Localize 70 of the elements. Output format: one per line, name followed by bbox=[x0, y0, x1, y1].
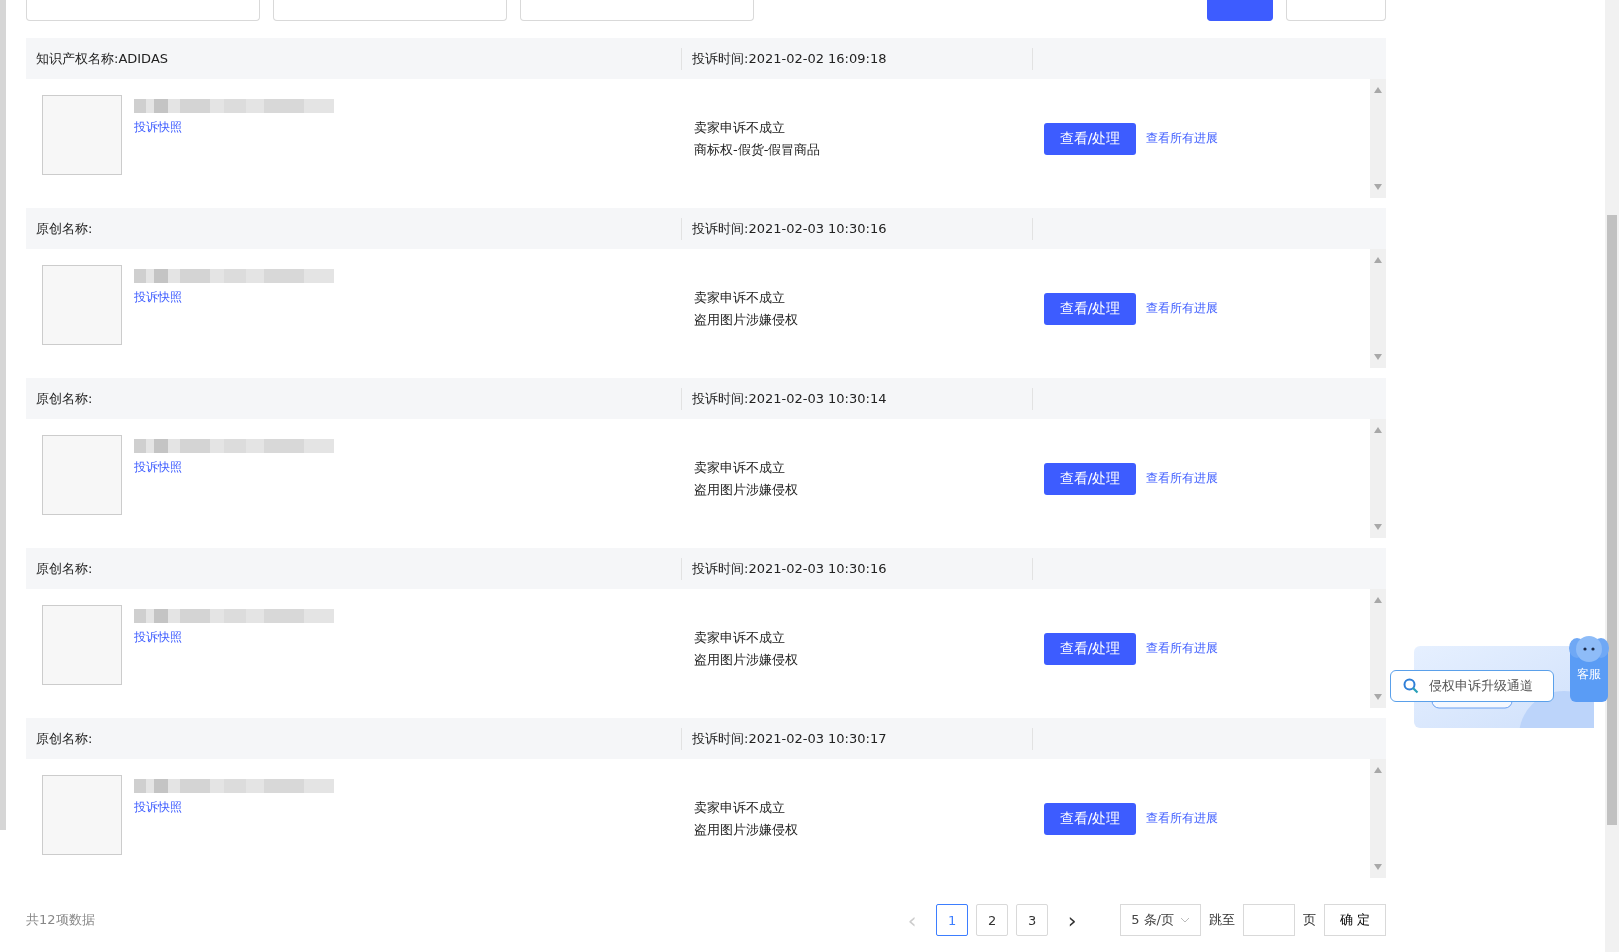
page-button[interactable]: 3 bbox=[1016, 904, 1049, 936]
name-label: 原创名称: bbox=[35, 729, 94, 748]
upgrade-search-pill[interactable]: 侵权申诉升级通道 bbox=[1390, 670, 1554, 702]
scroll-up-icon[interactable] bbox=[1374, 597, 1382, 603]
progress-link[interactable]: 查看所有进展 bbox=[1146, 470, 1218, 487]
snapshot-link[interactable]: 投诉快照 bbox=[134, 119, 182, 136]
scroll-down-icon[interactable] bbox=[1374, 864, 1382, 870]
complaint-time: 投诉时间:2021-02-03 10:30:16 bbox=[681, 217, 1032, 240]
reason-text: 盗用图片涉嫌侵权 bbox=[694, 310, 799, 329]
reason-text: 盗用图片涉嫌侵权 bbox=[694, 480, 799, 499]
status-text: 卖家申诉不成立 bbox=[694, 458, 786, 477]
name-label: 原创名称: bbox=[35, 389, 94, 408]
status-text: 卖家申诉不成立 bbox=[694, 288, 786, 307]
complaint-time: 投诉时间:2021-02-03 10:30:14 bbox=[681, 387, 1032, 410]
status-text: 卖家申诉不成立 bbox=[694, 118, 786, 137]
scrollbar[interactable] bbox=[1370, 759, 1386, 878]
filter-field[interactable] bbox=[520, 0, 754, 21]
page-unit: 页 bbox=[1303, 911, 1316, 929]
snapshot-link[interactable]: 投诉快照 bbox=[134, 629, 182, 646]
name-label: 原创名称: bbox=[35, 219, 94, 238]
page-button[interactable]: 2 bbox=[976, 904, 1009, 936]
filter-field[interactable] bbox=[26, 0, 260, 21]
filter-field[interactable] bbox=[273, 0, 507, 21]
scroll-up-icon[interactable] bbox=[1374, 427, 1382, 433]
progress-link[interactable]: 查看所有进展 bbox=[1146, 640, 1218, 657]
jump-label: 跳至 bbox=[1209, 911, 1235, 929]
name-label: 知识产权名称:ADIDAS bbox=[35, 49, 170, 68]
page-size-select[interactable]: 5 条/页 bbox=[1120, 904, 1201, 936]
view-handle-button[interactable]: 查看/处理 bbox=[1044, 462, 1136, 495]
view-handle-button[interactable]: 查看/处理 bbox=[1044, 802, 1136, 835]
scroll-up-icon[interactable] bbox=[1374, 767, 1382, 773]
snapshot-link[interactable]: 投诉快照 bbox=[134, 459, 182, 476]
reset-button[interactable] bbox=[1286, 0, 1386, 21]
service-label: 客服 bbox=[1577, 666, 1601, 683]
scroll-down-icon[interactable] bbox=[1374, 354, 1382, 360]
scroll-down-icon[interactable] bbox=[1374, 184, 1382, 190]
confirm-button[interactable]: 确 定 bbox=[1324, 904, 1386, 936]
search-icon bbox=[1403, 678, 1419, 694]
page-button[interactable]: 1 bbox=[936, 904, 969, 936]
snapshot-link[interactable]: 投诉快照 bbox=[134, 289, 182, 306]
complaint-time: 投诉时间:2021-02-02 16:09:18 bbox=[681, 47, 1032, 70]
reason-text: 商标权-假货-假冒商品 bbox=[694, 140, 822, 159]
status-text: 卖家申诉不成立 bbox=[694, 628, 786, 647]
scrollbar[interactable] bbox=[1370, 79, 1386, 198]
reason-text: 盗用图片涉嫌侵权 bbox=[694, 820, 799, 839]
scrollbar[interactable] bbox=[1370, 589, 1386, 708]
scroll-down-icon[interactable] bbox=[1374, 694, 1382, 700]
snapshot-link[interactable]: 投诉快照 bbox=[134, 799, 182, 816]
view-handle-button[interactable]: 查看/处理 bbox=[1044, 292, 1136, 325]
progress-link[interactable]: 查看所有进展 bbox=[1146, 300, 1218, 317]
reason-text: 盗用图片涉嫌侵权 bbox=[694, 650, 799, 669]
page-input[interactable] bbox=[1243, 904, 1295, 936]
complaint-time: 投诉时间:2021-02-03 10:30:16 bbox=[681, 557, 1032, 580]
view-handle-button[interactable]: 查看/处理 bbox=[1044, 632, 1136, 665]
scrollbar[interactable] bbox=[1370, 419, 1386, 538]
complaint-time: 投诉时间:2021-02-03 10:30:17 bbox=[681, 727, 1032, 750]
search-text: 侵权申诉升级通道 bbox=[1429, 677, 1533, 695]
status-text: 卖家申诉不成立 bbox=[694, 798, 786, 817]
total-count: 共12项数据 bbox=[26, 911, 95, 929]
scroll-up-icon[interactable] bbox=[1374, 87, 1382, 93]
progress-link[interactable]: 查看所有进展 bbox=[1146, 810, 1218, 827]
scroll-up-icon[interactable] bbox=[1374, 257, 1382, 263]
scrollbar-thumb[interactable] bbox=[1607, 215, 1617, 825]
progress-link[interactable]: 查看所有进展 bbox=[1146, 130, 1218, 147]
name-label: 原创名称: bbox=[35, 559, 94, 578]
search-button[interactable] bbox=[1207, 0, 1273, 21]
chevron-down-icon bbox=[1180, 917, 1190, 923]
view-handle-button[interactable]: 查看/处理 bbox=[1044, 122, 1136, 155]
scroll-down-icon[interactable] bbox=[1374, 524, 1382, 530]
scrollbar[interactable] bbox=[1370, 249, 1386, 368]
